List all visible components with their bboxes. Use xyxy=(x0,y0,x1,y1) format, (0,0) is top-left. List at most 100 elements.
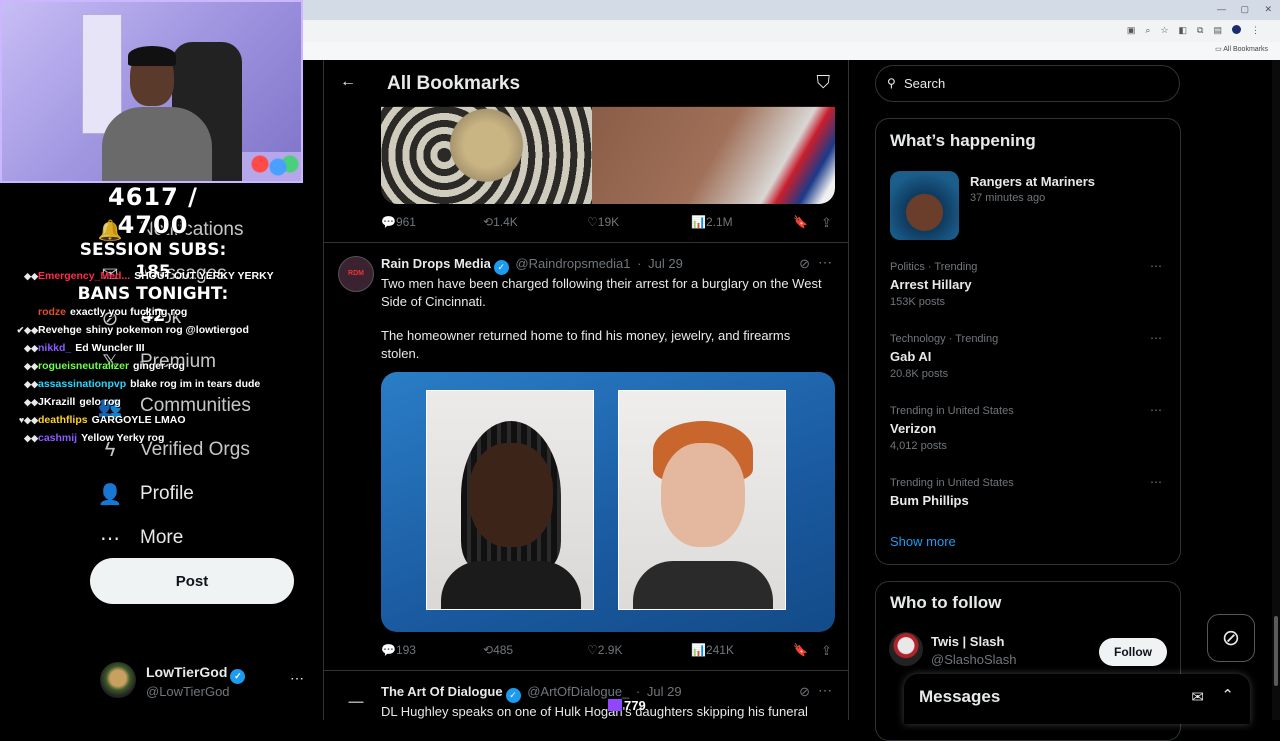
chat-badges: ♥◆◆ xyxy=(18,415,38,425)
new-message-icon[interactable]: ✉ xyxy=(1191,688,1204,706)
like-button[interactable]: ♡ 2.9K xyxy=(587,643,622,657)
chat-text: Yellow Yerky rog xyxy=(81,432,165,444)
profile-icon: 👤 xyxy=(97,483,123,506)
tweet-handle[interactable]: @Raindropsmedia1 xyxy=(515,256,630,271)
chat-username: nikkd_ xyxy=(38,342,72,354)
tweet-author[interactable]: Rain Drops Media xyxy=(381,256,491,271)
trend-item[interactable]: Politics · Trending Arrest Hillary 153K … xyxy=(890,259,1170,319)
maximize-icon[interactable]: ▢ xyxy=(1240,4,1249,15)
reply-button[interactable]: 💬 193 xyxy=(381,643,416,657)
cast-icon[interactable]: ▣ xyxy=(1127,25,1136,36)
event-thumbnail xyxy=(890,171,959,240)
browser-menu-icon[interactable]: ⋮ xyxy=(1251,25,1260,36)
sidebar-item-profile[interactable]: 👤 Profile xyxy=(90,472,320,516)
expand-icon[interactable]: ⌃ xyxy=(1221,686,1234,704)
sidebar-item-more[interactable]: ⋯ More xyxy=(90,516,320,560)
more-icon[interactable]: ⋯ xyxy=(1150,259,1162,273)
like-count: 19K xyxy=(597,215,620,229)
trend-category: Trending in United States xyxy=(890,405,1014,417)
puzzle-icon[interactable]: ⧉ xyxy=(1197,25,1203,36)
zoom-icon[interactable]: ⌕ xyxy=(1145,25,1150,36)
chat-text: ginger rog xyxy=(133,360,185,372)
account-switcher[interactable]: LowTierGod ✓ @LowTierGod ⋯ xyxy=(100,660,310,704)
more-icon[interactable]: ⋯ xyxy=(1150,331,1162,345)
browser-chrome: — ▢ ✕ ▣ ⌕ ☆ ◧ ⧉ ▤ ⋮ ▭ All Bookmarks xyxy=(303,0,1280,60)
chat-username: rodze xyxy=(38,306,67,318)
chat-text: exactly you fucking rog xyxy=(70,306,188,318)
trend-item[interactable]: Technology · Trending Gab AI 20.8K posts… xyxy=(890,331,1170,391)
messages-drawer[interactable]: Messages ✉ ⌃ xyxy=(904,674,1250,724)
reply-count: 961 xyxy=(395,215,416,229)
star-icon[interactable]: ☆ xyxy=(1160,25,1168,36)
sidepanel-icon[interactable]: ▤ xyxy=(1213,25,1222,36)
trend-category: Politics · Trending xyxy=(890,261,978,273)
views-button[interactable]: 📊 241K xyxy=(691,643,734,657)
chat-message xyxy=(4,288,324,306)
extension-icon[interactable]: ◧ xyxy=(1179,25,1188,36)
trend-item[interactable]: Trending in United States Bum Phillips ⋯ xyxy=(890,475,1170,535)
chat-message: ♥◆◆deathflips GARGOYLE LMAO xyxy=(4,414,324,432)
tweet-date[interactable]: Jul 29 xyxy=(648,256,683,271)
avatar[interactable]: RDM xyxy=(338,256,374,292)
chat-message: ◆◆nikkd_ Ed Wuncler III xyxy=(4,342,324,360)
trending-event[interactable]: Rangers at Mariners 37 minutes ago xyxy=(890,171,1170,241)
repost-count: 485 xyxy=(493,643,514,657)
chat-badges: ✔◆◆ xyxy=(16,325,38,335)
repost-button[interactable]: ⟲ 1.4K xyxy=(483,215,518,229)
tweet-text: Two men have been charged following thei… xyxy=(381,275,831,362)
search-input[interactable]: ⚲ Search xyxy=(875,65,1180,102)
grok-icon[interactable]: ⊘ xyxy=(799,256,810,272)
minimize-icon[interactable]: — xyxy=(1217,4,1226,14)
more-icon[interactable]: ⋯ xyxy=(1150,475,1162,489)
webcam-overlay xyxy=(0,0,303,183)
bookmark-icon[interactable]: 🔖 xyxy=(793,215,808,229)
browser-avatar-icon[interactable] xyxy=(1232,25,1241,34)
more-icon[interactable]: ⋯ xyxy=(1150,403,1162,417)
suggestion-name: Twis | Slash xyxy=(931,634,1005,649)
share-icon[interactable]: ⇪ xyxy=(821,643,832,659)
follow-button[interactable]: Follow xyxy=(1099,638,1167,666)
post-button[interactable]: Post xyxy=(90,558,294,604)
tweet-handle[interactable]: @ArtOfDialogue_ xyxy=(527,684,629,699)
repost-button[interactable]: ⟲ 485 xyxy=(483,643,513,657)
tweet-author[interactable]: The Art Of Dialogue xyxy=(381,684,503,699)
close-icon[interactable]: ✕ xyxy=(1264,4,1272,15)
trend-posts: 153K posts xyxy=(890,296,946,308)
scrollbar-thumb[interactable] xyxy=(1274,616,1278,686)
sidebar-item-label: More xyxy=(140,527,184,548)
tweet-text: DL Hughley speaks on one of Hulk Hogan's… xyxy=(381,704,808,719)
grok-floating-button[interactable]: ⊘ xyxy=(1207,614,1255,662)
mugshot-shirt xyxy=(441,561,581,609)
tweet-media[interactable] xyxy=(381,372,835,632)
show-more-link[interactable]: Show more xyxy=(890,534,956,549)
reply-button[interactable]: 💬 961 xyxy=(381,215,416,229)
views-button[interactable]: 📊 2.1M xyxy=(691,215,733,229)
grok-icon[interactable]: ⊘ xyxy=(799,684,810,700)
account-handle: @LowTierGod xyxy=(146,684,230,699)
chat-message: ◆◆rogueisneutralizer ginger rog xyxy=(4,360,324,378)
avatar[interactable]: ▬▬▬ xyxy=(338,684,374,720)
chat-text: shiny pokemon rog @lowtiergod xyxy=(85,324,249,336)
more-icon[interactable]: ⋯ xyxy=(818,254,832,271)
whats-happening-panel: What’s happening Rangers at Mariners 37 … xyxy=(875,118,1181,565)
all-bookmarks-folder[interactable]: ▭ All Bookmarks xyxy=(1215,45,1268,53)
scrollbar[interactable] xyxy=(1272,60,1280,720)
event-title: Rangers at Mariners xyxy=(970,174,1095,189)
more-icon: ⋯ xyxy=(290,670,304,686)
trend-posts: 20.8K posts xyxy=(890,368,949,380)
search-placeholder: Search xyxy=(904,76,946,91)
more-icon[interactable]: ⋯ xyxy=(818,682,832,699)
bookmark-add-icon[interactable]: ⛉ xyxy=(817,72,831,93)
reply-count: 193 xyxy=(395,643,416,657)
tweet-media[interactable] xyxy=(381,106,835,204)
share-icon[interactable]: ⇪ xyxy=(821,215,832,231)
viewer-count: 779 xyxy=(608,698,646,713)
bookmark-icon[interactable]: 🔖 xyxy=(793,643,808,657)
trend-item[interactable]: Trending in United States Verizon 4,012 … xyxy=(890,403,1170,463)
media-pendant-image xyxy=(381,106,592,204)
tweet-date[interactable]: Jul 29 xyxy=(647,684,682,699)
page-title: All Bookmarks xyxy=(387,73,521,94)
like-button[interactable]: ♡ 19K xyxy=(587,215,619,229)
mugshot-image xyxy=(426,390,594,610)
back-arrow-icon[interactable]: ← xyxy=(340,73,356,91)
